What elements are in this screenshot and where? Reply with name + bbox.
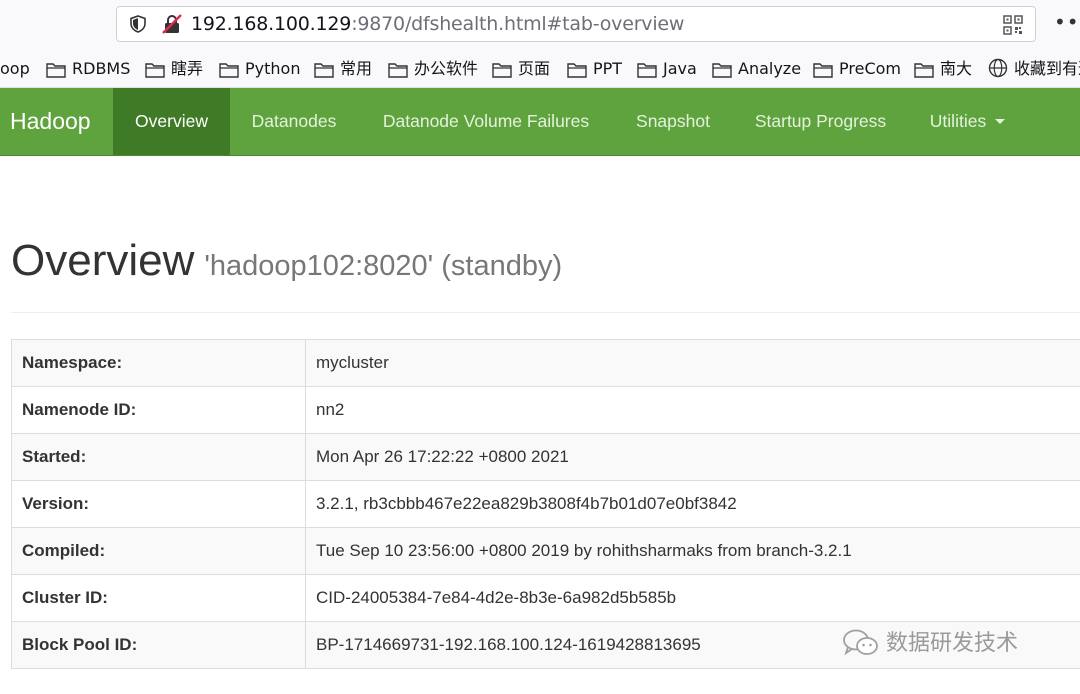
tab-datanodes[interactable]: Datanodes xyxy=(230,88,358,155)
folder-icon xyxy=(145,63,165,78)
bookmark-label: Analyze xyxy=(738,59,802,78)
bookmark-label: PPT xyxy=(593,59,623,78)
more-options-icon[interactable]: ••• xyxy=(1054,12,1080,32)
caret-down-icon xyxy=(995,119,1006,124)
tab-startup-progress[interactable]: Startup Progress xyxy=(732,88,909,155)
table-row: Version: 3.2.1, rb3cbbb467e22ea829b3808f4… xyxy=(11,480,1080,528)
wechat-icon xyxy=(843,629,878,656)
row-value: CID-24005384-7e84-4d2e-8b3e-6a982d5b585b xyxy=(305,574,1080,622)
bookmark-label: 瞎弄 xyxy=(171,59,204,78)
address-bar[interactable]: 192.168.100.129:9870/dfshealth.html#tab-… xyxy=(116,6,1036,42)
url-path: :9870/dfshealth.html#tab-overview xyxy=(351,13,685,35)
row-key: Namenode ID: xyxy=(11,386,306,434)
bookmark-item[interactable]: Java xyxy=(637,58,697,80)
bookmark-label: PreCom xyxy=(839,59,901,78)
row-value: mycluster xyxy=(305,339,1080,387)
watermark: 数据研发技术 xyxy=(842,626,1018,662)
row-value: nn2 xyxy=(305,386,1080,434)
bookmark-label: Python xyxy=(245,59,301,78)
globe-icon xyxy=(988,58,1008,78)
folder-icon xyxy=(637,63,657,78)
bookmark-label: 南大 xyxy=(940,59,973,78)
folder-icon xyxy=(314,63,334,78)
folder-icon xyxy=(813,63,833,78)
page-title: Overview xyxy=(11,236,195,285)
row-value: Mon Apr 26 17:22:22 +0800 2021 xyxy=(305,433,1080,481)
table-row: Namenode ID: nn2 xyxy=(11,386,1080,434)
bookmark-label: oop xyxy=(0,59,30,78)
table-row: Namespace: mycluster xyxy=(11,339,1080,387)
bookmark-item[interactable]: Analyze xyxy=(712,58,801,80)
bookmark-label: 页面 xyxy=(518,59,551,78)
navbar: Hadoop Overview Datanodes Datanode Volum… xyxy=(0,88,1080,156)
row-key: Block Pool ID: xyxy=(11,621,306,669)
row-key: Started: xyxy=(11,433,306,481)
page-header: Overview 'hadoop102:8020' (standby) xyxy=(11,236,562,286)
watermark-text: 数据研发技术 xyxy=(886,631,1019,656)
insecure-lock-icon[interactable] xyxy=(161,13,183,35)
tab-utilities[interactable]: Utilities xyxy=(909,88,1026,155)
bookmarks-bar: oop RDBMS 瞎弄 Python 常用 办公软件 页面 PPT Java … xyxy=(0,50,1080,88)
shield-icon[interactable] xyxy=(129,15,147,33)
url-host: 192.168.100.129 xyxy=(191,13,352,35)
bookmark-item[interactable]: oop xyxy=(0,58,30,80)
folder-icon xyxy=(567,63,587,78)
folder-icon xyxy=(914,63,934,78)
folder-icon xyxy=(492,63,512,78)
tab-overview[interactable]: Overview xyxy=(113,88,230,155)
table-row: Started: Mon Apr 26 17:22:22 +0800 2021 xyxy=(11,433,1080,481)
bookmark-label: 常用 xyxy=(340,59,373,78)
folder-icon xyxy=(712,63,732,78)
folder-icon xyxy=(388,63,408,78)
row-value: Tue Sep 10 23:56:00 +0800 2019 by rohith… xyxy=(305,527,1080,575)
bookmark-item[interactable]: 瞎弄 xyxy=(145,58,203,80)
qr-code-icon[interactable] xyxy=(1003,15,1023,35)
bookmark-item[interactable]: RDBMS xyxy=(46,58,130,80)
bookmark-item[interactable]: 常用 xyxy=(314,58,372,80)
table-row: Compiled: Tue Sep 10 23:56:00 +0800 2019 … xyxy=(11,527,1080,575)
bookmark-item[interactable]: PPT xyxy=(567,58,622,80)
bookmark-item[interactable]: 南大 xyxy=(914,58,972,80)
navbar-brand[interactable]: Hadoop xyxy=(10,88,91,155)
browser-toolbar: 192.168.100.129:9870/dfshealth.html#tab-… xyxy=(0,0,1080,50)
bookmark-item[interactable]: 收藏到有道 xyxy=(988,58,1080,80)
folder-icon xyxy=(219,63,239,78)
table-row: Cluster ID: CID-24005384-7e84-4d2e-8b3e-6… xyxy=(11,574,1080,622)
page-subtitle: 'hadoop102:8020' (standby) xyxy=(204,250,563,282)
bookmark-label: Java xyxy=(663,59,697,78)
row-key: Compiled: xyxy=(11,527,306,575)
tab-snapshot[interactable]: Snapshot xyxy=(614,88,732,155)
url-text[interactable]: 192.168.100.129:9870/dfshealth.html#tab-… xyxy=(191,12,684,36)
bookmark-label: 办公软件 xyxy=(414,59,479,78)
row-value: 3.2.1, rb3cbbb467e22ea829b3808f4b7b01d07… xyxy=(305,480,1080,528)
row-key: Version: xyxy=(11,480,306,528)
bookmark-item[interactable]: 办公软件 xyxy=(388,58,478,80)
overview-table: Namespace: mycluster Namenode ID: nn2 Star… xyxy=(11,339,1080,669)
bookmark-item[interactable]: Python xyxy=(219,58,300,80)
bookmark-item[interactable]: PreCom xyxy=(813,58,901,80)
row-key: Cluster ID: xyxy=(11,574,306,622)
divider xyxy=(11,312,1080,313)
bookmark-label: 收藏到有道 xyxy=(1014,59,1080,78)
folder-icon xyxy=(46,63,66,78)
tab-datanode-volume-failures[interactable]: Datanode Volume Failures xyxy=(358,88,614,155)
bookmark-label: RDBMS xyxy=(72,59,131,78)
tab-utilities-label: Utilities xyxy=(929,111,987,131)
row-key: Namespace: xyxy=(11,339,306,387)
bookmark-item[interactable]: 页面 xyxy=(492,58,550,80)
